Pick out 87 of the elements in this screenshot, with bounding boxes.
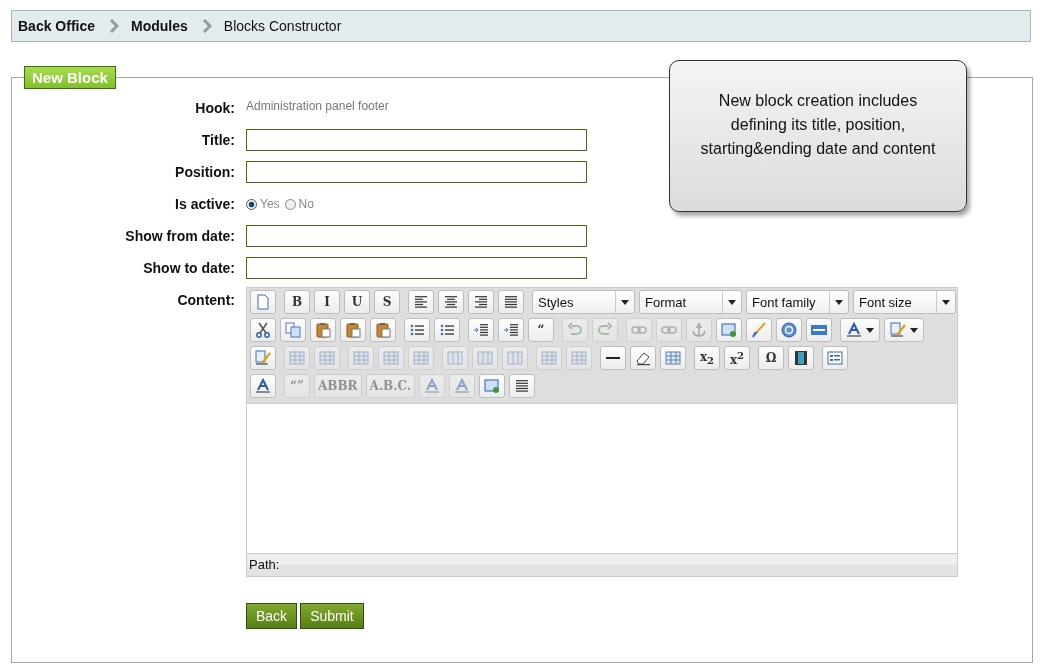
toolbar-button[interactable]	[498, 318, 524, 342]
toolbar-button[interactable]	[600, 346, 626, 370]
toolbar-button[interactable]	[468, 290, 494, 314]
toolbar-button[interactable]	[498, 290, 524, 314]
hook-value: Administration panel footer	[246, 98, 389, 115]
scissors-icon	[255, 322, 271, 338]
brush-icon	[751, 322, 767, 338]
breadcrumb-link[interactable]: Back Office	[18, 18, 96, 34]
dropdown[interactable]: Font family	[746, 290, 849, 314]
toolbar-button[interactable]	[408, 290, 434, 314]
toolbar-button[interactable]: x$_{2}$	[694, 346, 720, 370]
lines-icon	[513, 378, 530, 394]
path-label: Path:	[249, 557, 280, 572]
align-center-icon	[443, 294, 459, 310]
field-label: Show from date:	[124, 227, 235, 246]
image-icon	[721, 322, 737, 338]
caret-icon	[728, 299, 736, 305]
caret-icon	[621, 299, 629, 305]
film-icon	[793, 350, 809, 366]
field-label: Show to date:	[142, 259, 235, 278]
anchor-icon	[691, 322, 707, 338]
toolbar-button[interactable]: I	[314, 290, 340, 314]
caret-icon	[835, 299, 843, 305]
pencil-icon	[255, 350, 271, 366]
highlight-icon	[890, 322, 906, 338]
field-label: Hook:	[194, 99, 235, 118]
toolbar-button[interactable]	[250, 318, 276, 342]
paste-icon	[315, 322, 331, 338]
callout-note: New block creation includes defining its title, position, starting&ending date and content	[669, 60, 967, 212]
input-field[interactable]	[246, 129, 587, 151]
text-color-icon	[846, 322, 862, 338]
breadcrumb-current: Blocks Constructor	[223, 18, 342, 34]
align-right-icon	[473, 294, 489, 310]
copy-icon	[285, 322, 301, 338]
new-document-icon	[255, 294, 271, 310]
form-button[interactable]: Submit	[300, 603, 364, 629]
toolbar-button[interactable]	[250, 374, 276, 398]
table-icon	[665, 350, 681, 366]
eraser-icon	[635, 350, 651, 366]
letter-icon	[453, 378, 470, 394]
radio-label: Yes	[260, 197, 280, 211]
paste-word-icon	[375, 322, 391, 338]
toolbar-button[interactable]: U	[344, 290, 370, 314]
toolbar-button[interactable]: Ω	[758, 346, 784, 370]
dropdown[interactable]: Font size	[853, 290, 956, 314]
input-field[interactable]	[246, 161, 587, 183]
breadcrumb-link[interactable]: Modules	[131, 18, 188, 34]
justify-icon	[503, 294, 519, 310]
radio-button[interactable]	[284, 198, 296, 210]
paste-text-icon	[345, 322, 361, 338]
text-style-icon	[255, 378, 271, 394]
toolbar-button[interactable]	[438, 290, 464, 314]
radio-label: No	[298, 197, 314, 211]
field-label: Title:	[200, 131, 235, 150]
caret-icon	[942, 299, 950, 305]
form-icon	[827, 350, 843, 366]
toolbar-button[interactable]: B	[284, 290, 310, 314]
panel-legend: New Block	[24, 66, 116, 89]
field-label: Content:	[176, 291, 235, 310]
toolbar-button[interactable]	[630, 346, 656, 370]
horizontal-line-icon	[605, 357, 621, 359]
indent-icon	[503, 322, 519, 338]
input-field[interactable]	[246, 225, 587, 247]
toolbar-button[interactable]: x$^{2}$	[724, 346, 750, 370]
numbered-list-icon	[439, 322, 455, 338]
toolbar-button[interactable]: S	[374, 290, 400, 314]
dropdown[interactable]: Format	[639, 290, 742, 314]
field-label: Is active:	[174, 195, 235, 214]
chevron-icon	[109, 19, 120, 33]
toolbar-button[interactable]	[788, 346, 814, 370]
radio-button[interactable]	[246, 198, 257, 210]
template-icon	[483, 378, 500, 394]
align-left-icon	[413, 294, 429, 310]
caret-icon	[910, 327, 918, 333]
bullet-list-icon	[409, 322, 425, 338]
toolbar-button[interactable]	[508, 374, 535, 398]
redo-icon	[597, 322, 613, 338]
dropdown[interactable]: Styles	[532, 290, 635, 314]
toolbar-button[interactable]: “	[528, 318, 554, 342]
undo-icon	[567, 322, 583, 338]
form-button[interactable]: Back	[246, 603, 298, 629]
field-label: Position:	[174, 163, 235, 182]
caret-icon	[866, 327, 874, 333]
chevron-icon	[201, 19, 212, 33]
toolbar-button[interactable]	[468, 318, 494, 342]
toolbar-button[interactable]	[840, 318, 880, 342]
input-field[interactable]	[246, 257, 587, 279]
